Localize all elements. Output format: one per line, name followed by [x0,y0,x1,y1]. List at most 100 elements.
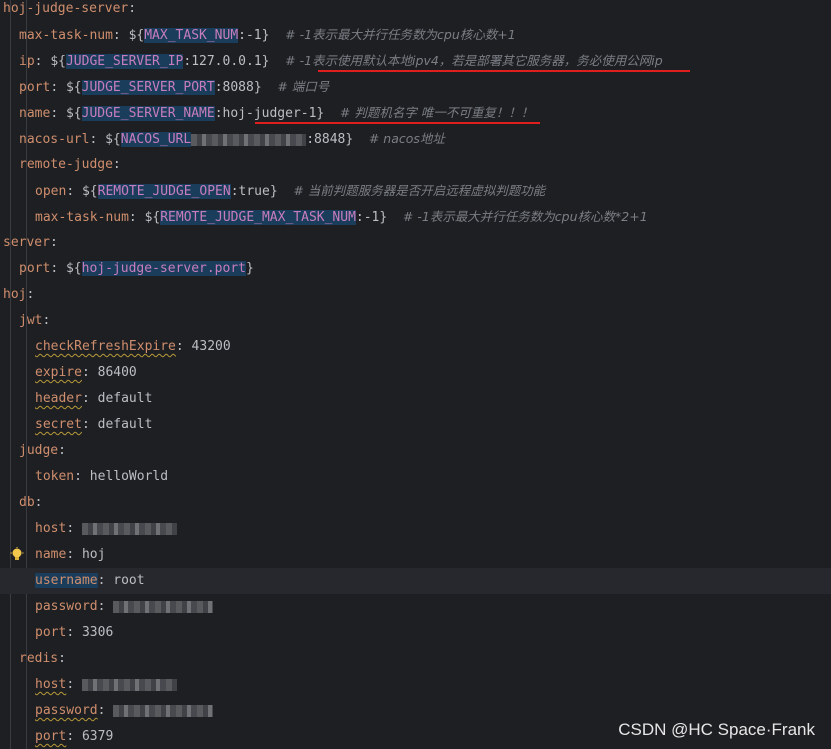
yaml-key: username [35,573,98,588]
code-comment: # -1表示最大并行任务数为cpu核心数+1 [285,27,516,42]
redacted-value [113,704,214,717]
yaml-key: hoj [3,287,27,302]
colon: : [112,157,121,172]
code-line[interactable]: port: ${JUDGE_SERVER_PORT:8088} # 端口号 [0,74,831,100]
env-open: ${ [128,28,145,43]
colon: : [66,625,82,640]
code-line[interactable]: open: ${REMOTE_JUDGE_OPEN:true} # 当前判题服务… [0,178,831,204]
code-line[interactable]: name: hoj [0,542,831,568]
colon: : [58,651,66,666]
code-line[interactable]: port: 3306 [0,620,831,646]
code-line[interactable]: judge: [0,438,831,464]
code-line[interactable]: db: [0,490,831,516]
yaml-value: hoj [81,547,106,562]
code-line[interactable]: port: ${hoj-judge-server.port} [0,256,831,282]
code-line[interactable]: max-task-num: ${REMOTE_JUDGE_MAX_TASK_NU… [0,204,831,230]
code-line[interactable]: remote-judge: [0,152,831,178]
colon: : [66,521,82,536]
yaml-value: default [97,417,153,432]
code-line[interactable]: redis: [0,646,831,672]
yaml-key: password [35,703,98,718]
colon: : [50,106,66,121]
yaml-key: host [35,521,67,536]
code-line[interactable]: host: [0,672,831,698]
yaml-key: password [35,599,98,614]
code-line[interactable]: checkRefreshExpire: 43200 [0,334,831,360]
code-line[interactable]: host: [0,516,831,542]
code-line[interactable]: secret: default [0,412,831,438]
colon: : [66,677,82,692]
yaml-key: jwt [19,313,43,328]
code-line[interactable]: nacos-url: ${NACOS_URL:8848} # nacos地址 [0,126,831,152]
yaml-key: hoj-judge-server [3,1,129,16]
red-annotation-underline [318,70,690,72]
colon: : [34,495,43,510]
code-comment: # nacos地址 [368,131,445,146]
yaml-key: max-task-num [35,210,129,225]
colon: : [175,339,192,354]
yaml-key: name [35,547,67,562]
env-default: :8088} [214,80,262,95]
env-open: ${ [65,80,82,95]
env-variable: NACOS_URL [120,132,192,147]
env-open: ${ [105,132,121,147]
colon: : [26,287,35,302]
lightbulb-icon[interactable] [10,547,24,563]
code-comment: # 端口号 [277,79,330,94]
colon: : [128,210,145,225]
env-default: :-1} [355,210,388,225]
redacted-value [191,133,307,146]
colon: : [112,28,129,43]
code-comment: # 当前判题服务器是否开启远程虚拟判题功能 [293,183,546,198]
code-line[interactable]: username: root [0,568,831,594]
colon: : [58,443,66,458]
yaml-value: default [97,391,153,406]
colon: : [74,469,90,484]
yaml-key: header [35,391,82,406]
yaml-value: root [113,573,145,588]
code-line[interactable]: password: [0,594,831,620]
env-variable: REMOTE_JUDGE_MAX_TASK_NUM [160,210,356,225]
yaml-key: ip [19,54,35,69]
code-line[interactable]: expire: 86400 [0,360,831,386]
env-open: ${ [65,261,82,276]
env-default: :8848} [306,132,354,147]
redacted-value [81,678,177,691]
code-line[interactable]: jwt: [0,308,831,334]
env-variable: hoj-judge-server.port [81,261,246,276]
env-open: ${ [81,184,98,199]
red-annotation-underline [255,122,540,124]
colon: : [89,132,106,147]
yaml-key: open [35,184,67,199]
colon: : [97,599,114,614]
code-line[interactable]: token: helloWorld [0,464,831,490]
yaml-key: host [35,677,67,692]
colon: : [97,703,114,718]
env-variable: JUDGE_SERVER_IP [65,54,184,69]
code-editor[interactable]: hoj-judge-server: max-task-num: ${MAX_TAS… [0,0,831,749]
env-variable: JUDGE_SERVER_PORT [81,80,215,95]
env-open: ${ [50,54,66,69]
yaml-key: db [19,495,35,510]
colon: : [34,54,51,69]
redacted-value [81,522,177,535]
code-line[interactable]: hoj-judge-server: [0,0,831,22]
yaml-key: name [19,106,51,121]
code-line[interactable]: server: [0,230,831,256]
colon: : [42,313,51,328]
yaml-value: 86400 [97,365,137,380]
code-line[interactable]: max-task-num: ${MAX_TASK_NUM:-1} # -1表示最… [0,22,831,48]
code-line[interactable]: hoj: [0,282,831,308]
colon: : [66,184,82,199]
code-line[interactable]: header: default [0,386,831,412]
yaml-key: checkRefreshExpire [35,339,176,354]
yaml-value: 3306 [81,625,114,640]
colon: : [81,391,98,406]
colon: : [81,417,98,432]
yaml-key: redis [19,651,59,666]
env-open: ${ [65,106,82,121]
yaml-key: port [19,261,51,276]
